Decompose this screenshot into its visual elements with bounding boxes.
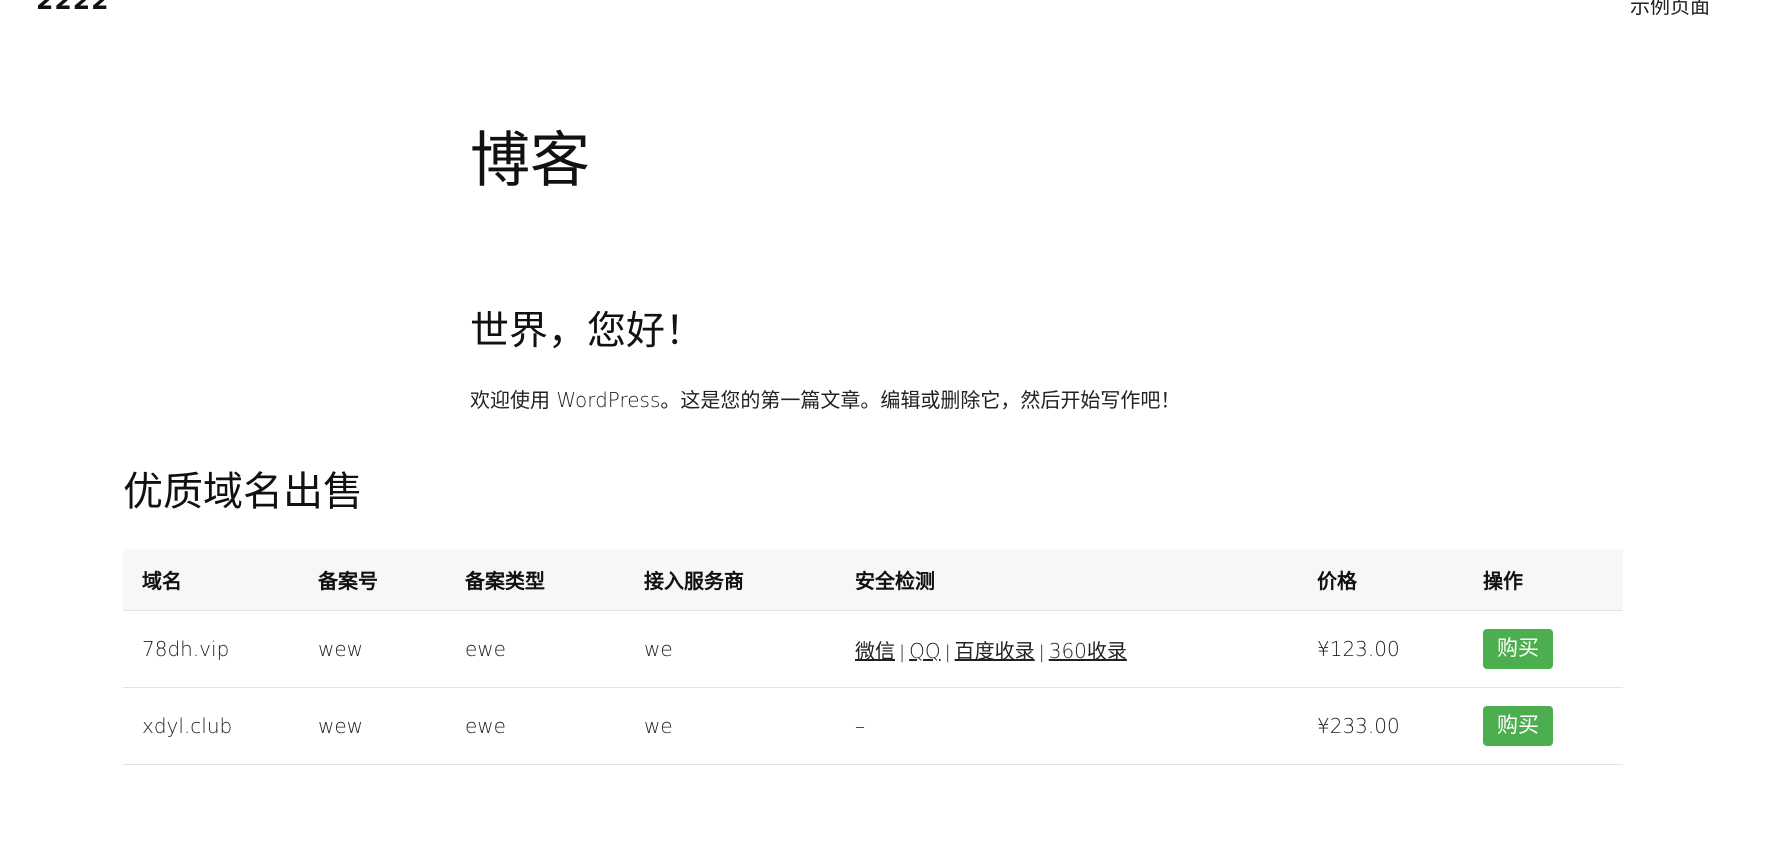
cell-action: 购买 xyxy=(1464,610,1623,688)
column-header-icp-number: 备案号 xyxy=(299,549,446,611)
site-title-link[interactable]: 2222 xyxy=(36,0,110,15)
security-link-360-index[interactable]: 360收录 xyxy=(1049,639,1127,663)
security-link-wechat[interactable]: 微信 xyxy=(855,639,895,663)
cell-security-check: – xyxy=(836,687,1298,765)
column-header-action: 操作 xyxy=(1464,549,1623,611)
cell-action: 购买 xyxy=(1464,687,1623,765)
security-link-baidu-index[interactable]: 百度收录 xyxy=(955,639,1035,663)
cell-icp-number: wew xyxy=(299,687,446,765)
nav-link-sample-page[interactable]: 示例页面 xyxy=(1630,0,1710,19)
table-row: xdyl.club wew ewe we – ¥233.00 购买 xyxy=(123,687,1623,765)
cell-isp: we xyxy=(625,687,836,765)
separator: | xyxy=(944,641,951,663)
column-header-security-check: 安全检测 xyxy=(836,549,1298,611)
post-title-link[interactable]: 世界，您好！ xyxy=(470,310,704,354)
page: 2222 示例页面 博客 世界，您好！ 欢迎使用 WordPress。这是您的第… xyxy=(0,0,1767,852)
buy-button[interactable]: 购买 xyxy=(1483,706,1553,746)
table-row: 78dh.vip wew ewe we 微信 | QQ | 百度收录 | 360收录 ¥12… xyxy=(123,610,1623,688)
domain-table: 域名 备案号 备案类型 接入服务商 安全检测 价格 操作 78dh.vip we… xyxy=(123,549,1623,765)
column-header-isp: 接入服务商 xyxy=(625,549,836,611)
column-header-price: 价格 xyxy=(1298,549,1464,611)
cell-isp: we xyxy=(625,610,836,688)
cell-icp-type: ewe xyxy=(446,687,625,765)
buy-button[interactable]: 购买 xyxy=(1483,629,1553,669)
table-header-row: 域名 备案号 备案类型 接入服务商 安全检测 价格 操作 xyxy=(123,549,1623,611)
column-header-icp-type: 备案类型 xyxy=(446,549,625,611)
cell-price: ¥233.00 xyxy=(1298,687,1464,765)
cell-icp-type: ewe xyxy=(446,610,625,688)
separator: | xyxy=(1038,641,1045,663)
cell-icp-number: wew xyxy=(299,610,446,688)
separator: | xyxy=(899,641,906,663)
security-link-qq[interactable]: QQ xyxy=(909,639,940,663)
cell-price: ¥123.00 xyxy=(1298,610,1464,688)
domain-sale-heading: 优质域名出售 xyxy=(123,469,363,515)
cell-domain: 78dh.vip xyxy=(123,610,299,688)
post-excerpt: 欢迎使用 WordPress。这是您的第一篇文章。编辑或删除它，然后开始写作吧！ xyxy=(470,388,1181,412)
column-header-domain: 域名 xyxy=(123,549,299,611)
page-title: 博客 xyxy=(470,126,590,196)
cell-domain: xdyl.club xyxy=(123,687,299,765)
cell-security-check: 微信 | QQ | 百度收录 | 360收录 xyxy=(836,610,1298,688)
